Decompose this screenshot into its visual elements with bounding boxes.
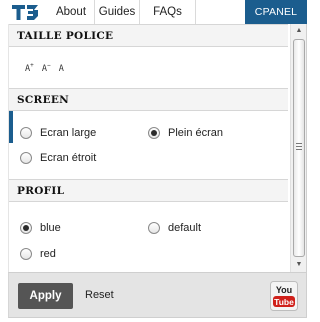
nav-guides-link[interactable]: Guides bbox=[94, 0, 139, 24]
font-size-controls: A+ A− A bbox=[25, 62, 67, 74]
font-decrease-button[interactable]: A− bbox=[42, 62, 51, 74]
panel-content: TAILLE POLICE A+ A− A SCREEN Ecran large… bbox=[9, 24, 288, 272]
screen-option-label: Ecran étroit bbox=[40, 152, 97, 164]
radio-icon[interactable] bbox=[148, 222, 160, 234]
apply-button[interactable]: Apply bbox=[18, 283, 73, 309]
cpanel-panel: TAILLE POLICE A+ A− A SCREEN Ecran large… bbox=[8, 24, 307, 272]
scrollbar-thumb[interactable] bbox=[293, 39, 305, 257]
scroll-down-arrow-icon[interactable]: ▼ bbox=[291, 258, 306, 272]
panel-tab-accent bbox=[9, 107, 13, 143]
reset-link[interactable]: Reset bbox=[85, 289, 114, 301]
screen-option-label: Ecran large bbox=[40, 127, 97, 139]
screen-option-narrow[interactable]: Ecran étroit bbox=[20, 151, 96, 165]
profil-option-label: blue bbox=[40, 222, 61, 234]
cpanel-tab[interactable]: CPANEL bbox=[245, 0, 307, 24]
nav-spacer bbox=[195, 0, 245, 24]
font-increase-button[interactable]: A+ bbox=[25, 62, 34, 74]
profil-option-label: default bbox=[168, 222, 202, 234]
section-title-screen: SCREEN bbox=[9, 88, 288, 111]
section-title-profil: PROFIL bbox=[9, 179, 288, 202]
profil-option-default[interactable]: default bbox=[148, 221, 201, 235]
youtube-icon[interactable]: You Tube bbox=[270, 281, 298, 311]
radio-checked-icon[interactable] bbox=[148, 127, 160, 139]
radio-checked-icon[interactable] bbox=[20, 222, 32, 234]
radio-icon[interactable] bbox=[20, 127, 32, 139]
svg-text:Tube: Tube bbox=[274, 297, 294, 307]
top-nav: About Guides FAQs CPANEL bbox=[0, 0, 309, 24]
scrollbar-grip-icon bbox=[296, 143, 302, 150]
t3-logo[interactable] bbox=[12, 5, 50, 20]
nav-faqs-link[interactable]: FAQs bbox=[139, 0, 195, 24]
svg-text:You: You bbox=[276, 285, 292, 295]
vertical-scrollbar[interactable]: ▲ ▼ bbox=[290, 24, 306, 272]
panel-footer: Apply Reset You Tube bbox=[8, 272, 307, 318]
font-reset-button[interactable]: A bbox=[59, 64, 64, 74]
radio-icon[interactable] bbox=[20, 152, 32, 164]
screen-option-wide[interactable]: Ecran large bbox=[20, 126, 96, 140]
profil-option-blue[interactable]: blue bbox=[20, 221, 61, 235]
radio-icon[interactable] bbox=[20, 248, 32, 260]
screen-option-fullscreen[interactable]: Plein écran bbox=[148, 126, 223, 140]
profil-option-label: red bbox=[40, 248, 56, 260]
nav-about-link[interactable]: About bbox=[48, 0, 94, 24]
section-title-font-size: TAILLE POLICE bbox=[9, 24, 288, 47]
scroll-up-arrow-icon[interactable]: ▲ bbox=[291, 24, 306, 38]
screen-option-label: Plein écran bbox=[168, 127, 224, 139]
profil-option-red[interactable]: red bbox=[20, 247, 56, 261]
